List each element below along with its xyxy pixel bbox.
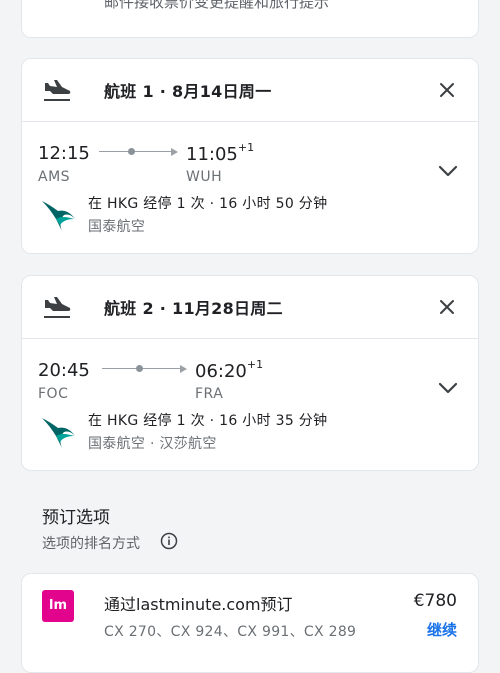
route-arrow-icon xyxy=(171,148,178,156)
info-icon[interactable] xyxy=(160,532,178,550)
arrive-time: 06:20+1 xyxy=(195,358,264,382)
departure-plane-icon xyxy=(44,80,71,101)
depart-airport-code: AMS xyxy=(38,169,71,185)
route-arrow-icon xyxy=(180,365,187,373)
cathay-pacific-logo-icon xyxy=(42,201,75,231)
flight-header-1: 航班 1 · 8月14日周一 xyxy=(22,59,478,122)
cathay-pacific-logo-icon xyxy=(42,418,75,448)
booking-provider-title: 通过lastminute.com预订 xyxy=(104,595,293,614)
price-alert-card[interactable]: 邮件接收票价变更提醒和旅行提示 xyxy=(21,0,479,38)
route-line xyxy=(99,151,171,152)
depart-time: 20:45 xyxy=(38,360,90,381)
sort-label: 选项的排名方式 xyxy=(42,536,140,552)
close-icon[interactable] xyxy=(438,81,456,99)
flight-title: 航班 2 · 11月28日周二 xyxy=(104,299,283,318)
departure-plane-icon xyxy=(44,297,71,318)
stop-info: 在 HKG 经停 1 次 · 16 小时 35 分钟 xyxy=(88,413,328,429)
day-offset: +1 xyxy=(246,358,264,371)
section-title: 预订选项 xyxy=(42,508,110,528)
close-icon[interactable] xyxy=(438,298,456,316)
continue-button[interactable]: 继续 xyxy=(427,619,457,640)
airline-name: 国泰航空 · 汉莎航空 xyxy=(88,436,217,452)
flight-numbers: CX 270、CX 924、CX 991、CX 289 xyxy=(104,624,357,640)
arrive-airport-code: FRA xyxy=(195,386,224,402)
flight-card-2: 航班 2 · 11月28日周二 20:45 06:20+1 FOC FRA 在 … xyxy=(21,275,479,471)
arrive-airport-code: WUH xyxy=(186,169,223,185)
chevron-down-icon[interactable] xyxy=(438,382,458,394)
price: €780 xyxy=(413,591,457,611)
flight-title: 航班 1 · 8月14日周一 xyxy=(104,82,272,101)
arrive-time: 11:05+1 xyxy=(186,141,255,165)
booking-option-card[interactable]: lm 通过lastminute.com预订 CX 270、CX 924、CX 9… xyxy=(21,573,479,673)
chevron-down-icon[interactable] xyxy=(438,165,458,177)
flight-header-2: 航班 2 · 11月28日周二 xyxy=(22,276,478,339)
layover-dot xyxy=(136,365,143,372)
layover-dot xyxy=(128,148,135,155)
depart-airport-code: FOC xyxy=(38,386,69,402)
lastminute-logo-icon: lm xyxy=(42,590,74,622)
airline-name: 国泰航空 xyxy=(88,219,146,235)
flight-card-1: 航班 1 · 8月14日周一 12:15 11:05+1 AMS WUH 在 H… xyxy=(21,58,479,254)
depart-time: 12:15 xyxy=(38,143,90,164)
day-offset: +1 xyxy=(237,141,255,154)
stop-info: 在 HKG 经停 1 次 · 16 小时 50 分钟 xyxy=(88,196,328,212)
alert-text: 邮件接收票价变更提醒和旅行提示 xyxy=(104,0,330,11)
